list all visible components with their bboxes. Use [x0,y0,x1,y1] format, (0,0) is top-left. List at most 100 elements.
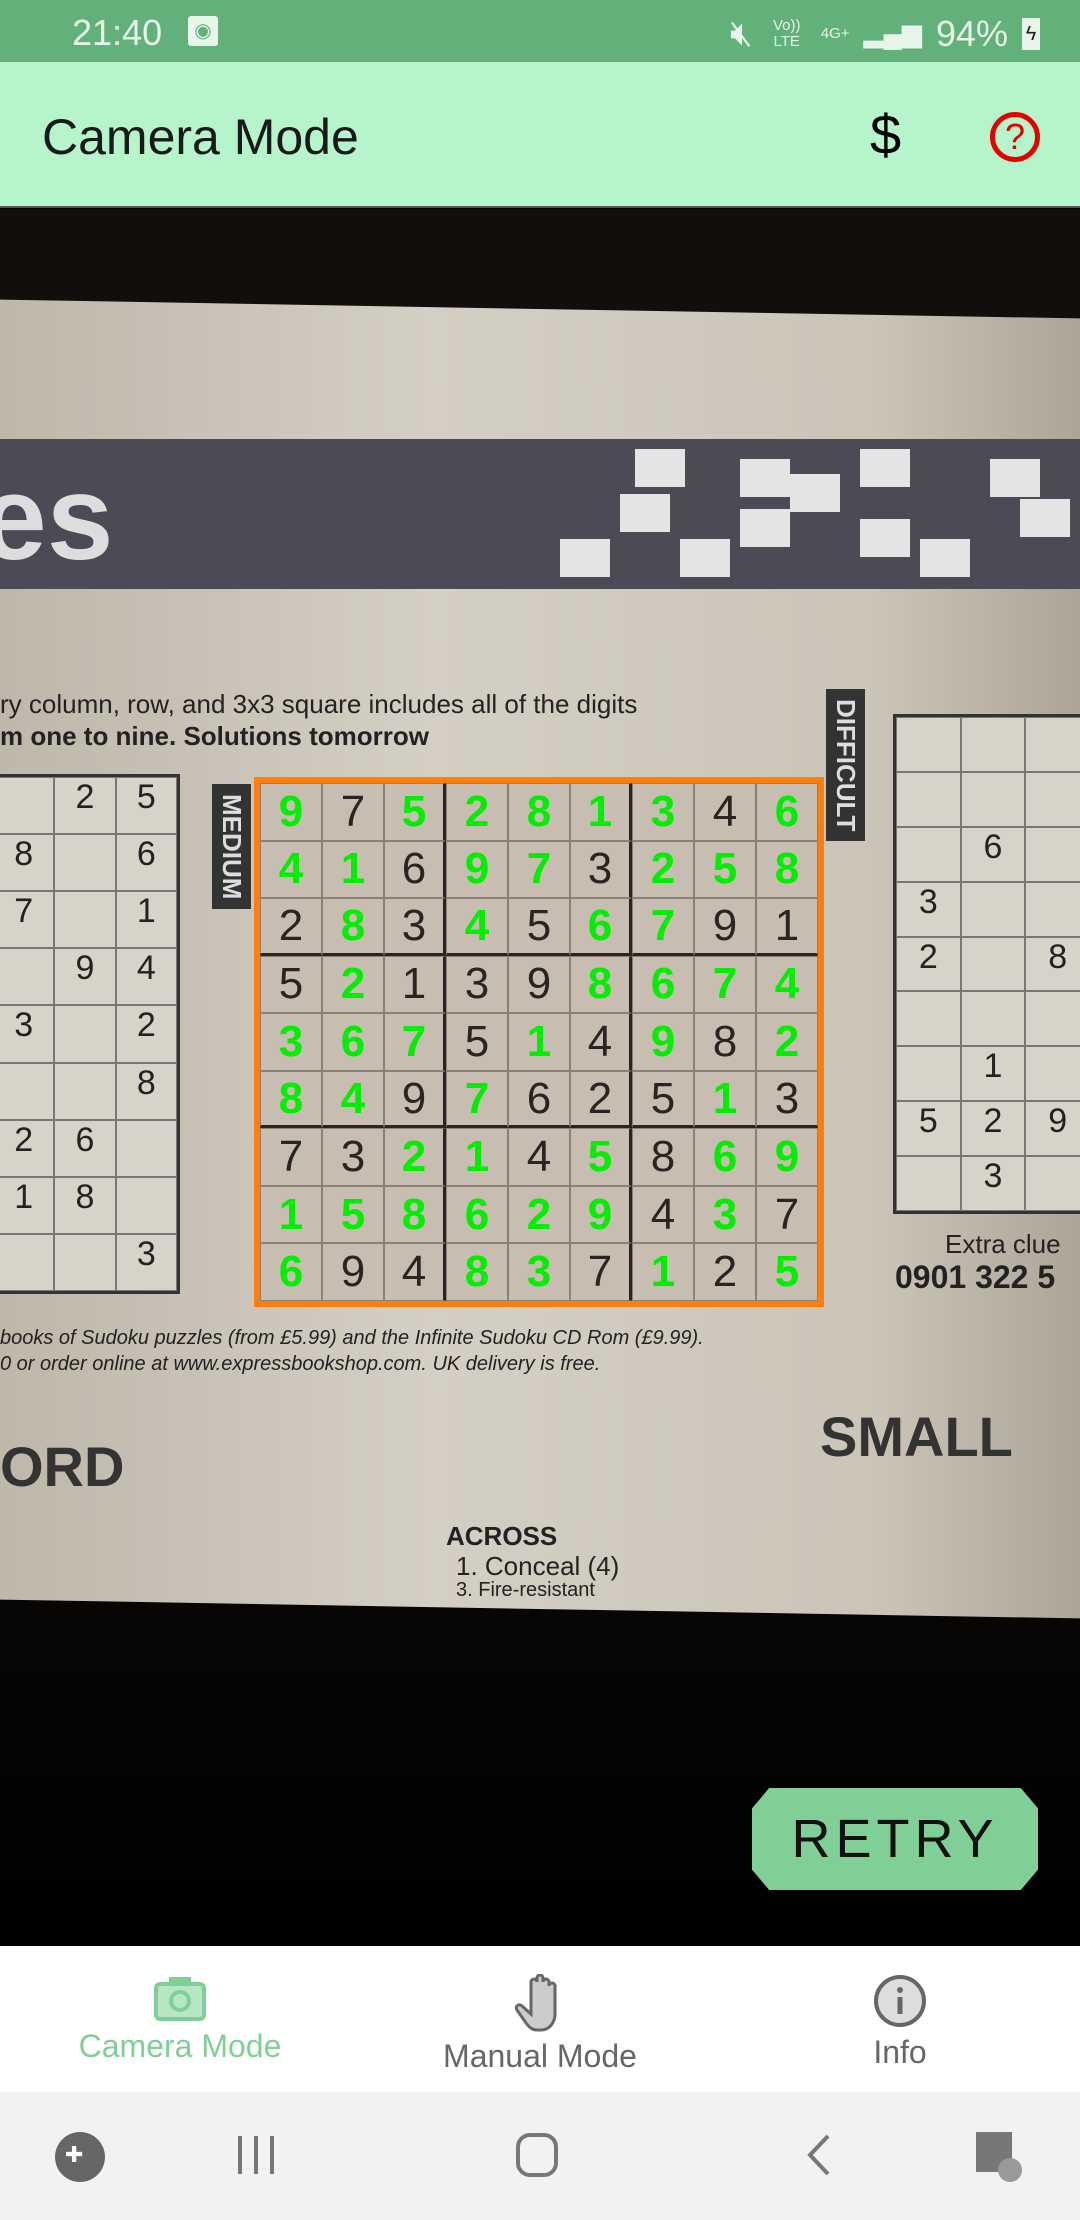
left-puzzle: 258671 94328 26183 [0,774,180,1294]
back-icon[interactable] [804,2132,834,2183]
nav-label: Manual Mode [443,2038,637,2074]
solved-digit-cell: 9 [756,1128,818,1186]
volte-indicator: Vo)) LTE [772,16,801,50]
printed-digit-cell: 6 [508,1070,570,1129]
solved-digit-cell: 5 [570,1128,632,1186]
solved-digit-cell: 5 [384,783,446,841]
solved-digit-cell: 6 [322,1013,384,1071]
wifi-calling-icon: ◉ [188,16,218,46]
home-icon[interactable] [515,2132,559,2183]
solved-digit-cell: 8 [570,955,632,1014]
nav-info[interactable]: Info [720,1946,1080,2092]
printed-digit-cell: 4 [694,783,756,841]
solved-digit-cell: 1 [632,1243,694,1301]
app-bar: Camera Mode $ ? [0,62,1080,208]
small-heading: SMALL [820,1405,1013,1468]
printed-digit-cell: 7 [756,1185,818,1244]
system-navigation-bar: ✚ [0,2092,1080,2220]
printed-digit-cell: 5 [632,1070,694,1129]
solved-digit-cell: 6 [446,1185,508,1244]
solved-digit-cell: 8 [756,840,818,899]
printed-digit-cell: 4 [570,1013,632,1071]
nav-label: Info [873,2034,927,2070]
solved-digit-cell: 1 [322,840,384,899]
retry-button-label: RETRY [791,1809,999,1869]
printed-digit-cell: 1 [756,898,818,956]
printed-digit-cell: 4 [384,1243,446,1301]
solved-digit-cell: 1 [570,783,632,841]
solved-digit-cell: 1 [260,1185,322,1244]
crossword-heading: ORD [0,1435,125,1498]
solved-digit-cell: 1 [446,1128,508,1186]
printed-digit-cell: 3 [570,840,632,899]
newspaper-banner: es [0,439,1080,589]
printed-digit-cell: 2 [694,1243,756,1301]
page-title: Camera Mode [42,109,359,165]
solved-digit-cell: 8 [322,898,384,956]
printed-digit-cell: 3 [384,898,446,956]
printed-digit-cell: 4 [632,1185,694,1244]
recents-icon[interactable] [236,2132,276,2183]
solved-digit-cell: 9 [632,1013,694,1071]
status-bar: 21:40 ◉ 🔇︎ Vo)) LTE 4G+ ▂▄▆ 94% ϟ [0,0,1080,62]
across-heading: ACROSS [446,1521,558,1551]
printed-digit-cell: 7 [570,1243,632,1301]
bottom-navigation: Camera Mode Manual Mode Info [0,1946,1080,2092]
solved-digit-cell: 8 [384,1185,446,1244]
solved-digit-cell: 2 [322,955,384,1014]
assistant-touch-icon[interactable] [976,2132,1026,2189]
solved-digit-cell: 9 [446,840,508,899]
nav-manual-mode[interactable]: Manual Mode [360,1946,720,2092]
solved-digit-cell: 9 [260,783,322,841]
sudoku-grid-overlay: 9752813464169732582834567915213986743675… [254,777,824,1307]
solved-digit-cell: 3 [260,1013,322,1071]
solved-digit-cell: 1 [508,1013,570,1071]
solved-digit-cell: 8 [446,1243,508,1301]
nav-camera-mode[interactable]: Camera Mode [0,1946,360,2092]
printed-digit-cell: 9 [384,1070,446,1129]
printed-digit-cell: 5 [446,1013,508,1071]
printed-digit-cell: 5 [260,955,322,1014]
printed-digit-cell: 4 [508,1128,570,1186]
printed-digit-cell: 9 [694,898,756,956]
printed-digit-cell: 2 [570,1070,632,1129]
solved-digit-cell: 1 [694,1070,756,1129]
right-puzzle: 6 328 15293 [893,714,1080,1214]
printed-digit-cell: 9 [322,1243,384,1301]
solved-digit-cell: 6 [260,1243,322,1301]
puzzle-instructions-2: m one to nine. Solutions tomorrow [0,721,429,751]
mute-icon: 🔇︎ [730,12,753,53]
solved-digit-cell: 4 [756,955,818,1014]
solved-digit-cell: 3 [694,1185,756,1244]
solved-digit-cell: 3 [508,1243,570,1301]
clue-1: 1. Conceal (4) [456,1551,620,1581]
solved-digit-cell: 8 [260,1070,322,1129]
retry-button[interactable]: RETRY [752,1788,1038,1890]
battery-percent: 94% [935,12,1008,54]
printed-digit-cell: 8 [632,1128,694,1186]
help-button[interactable]: ? [990,112,1040,162]
printed-digit-cell: 3 [322,1128,384,1186]
solved-digit-cell: 9 [570,1185,632,1244]
game-launcher-icon[interactable]: ✚ [55,2132,105,2187]
solved-digit-cell: 2 [756,1013,818,1071]
svg-text:✚: ✚ [65,2143,83,2168]
donate-button[interactable]: $ [870,102,901,167]
printed-digit-cell: 2 [260,898,322,956]
signal-icon: ▂▄▆ [863,18,922,48]
solved-digit-cell: 5 [694,840,756,899]
solved-digit-cell: 4 [446,898,508,956]
network-type: 4G+ [820,24,850,42]
extra-clues: Extra clue [945,1229,1061,1259]
solved-digit-cell: 2 [384,1128,446,1186]
solved-digit-cell: 7 [694,955,756,1014]
info-icon [874,1975,926,2027]
books-advert-2: 0 or order online at www.expressbookshop… [0,1353,601,1375]
printed-digit-cell: 9 [508,955,570,1014]
printed-digit-cell: 6 [384,840,446,899]
solved-digit-cell: 7 [508,840,570,899]
hand-icon [514,1974,557,2032]
printed-digit-cell: 8 [694,1013,756,1071]
solved-digit-cell: 8 [508,783,570,841]
medium-label: MEDIUM [212,784,251,910]
